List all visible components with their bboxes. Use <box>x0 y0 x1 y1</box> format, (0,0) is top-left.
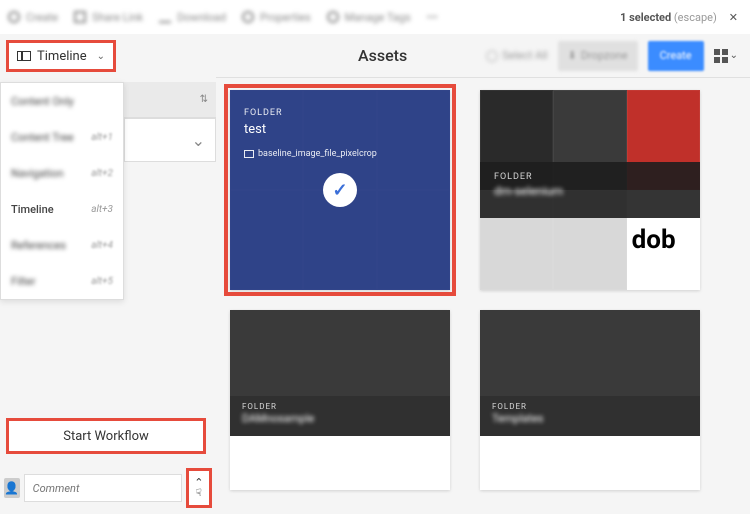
sort-icon: ⇅ <box>200 94 208 105</box>
rail-item-content-only[interactable]: Content Only <box>1 83 123 119</box>
expand-comment-button[interactable]: ⌃ ☟ <box>186 468 212 508</box>
card-title: dm-selenium <box>494 184 686 198</box>
rail-dropdown: Content Only Content Treealt+1 Navigatio… <box>0 82 124 300</box>
card-type-label: FOLDER <box>244 108 436 118</box>
filter-dropdown[interactable]: ⌄ <box>124 118 216 162</box>
card-title: test <box>244 122 436 137</box>
deselect-button[interactable]: ✕ <box>725 11 742 24</box>
card-grid: FOLDER test baseline_image_file_pixelcro… <box>216 78 750 502</box>
card-subtitle: baseline_image_file_pixelcrop <box>244 149 436 159</box>
rail-item-references[interactable]: Referencesalt+4 <box>1 227 123 263</box>
card-title: DAMnosample <box>242 412 438 425</box>
dropzone-button[interactable]: ⬇Dropzone <box>558 41 638 71</box>
action-share[interactable]: Share Link <box>74 11 143 24</box>
sort-row[interactable]: ⇅ <box>124 82 216 118</box>
chevron-up-icon: ⌃ <box>194 477 203 488</box>
rail-item-content-tree[interactable]: Content Treealt+1 <box>1 119 123 155</box>
rail-item-filter[interactable]: Filteralt+5 <box>1 263 123 299</box>
rail-item-timeline[interactable]: Timelinealt+3 <box>1 191 123 227</box>
folder-card-templates[interactable]: FOLDER Templates <box>480 310 700 490</box>
chevron-down-icon: ⌄ <box>192 131 205 150</box>
panel-icon <box>17 51 31 61</box>
action-tags[interactable]: Manage Tags <box>327 11 411 24</box>
view-switcher[interactable]: ⌄ <box>714 49 738 63</box>
folder-card-test[interactable]: FOLDER test baseline_image_file_pixelcro… <box>230 90 450 290</box>
action-properties[interactable]: Properties <box>242 11 311 24</box>
select-all-button[interactable]: ◯Select All <box>486 49 548 62</box>
comment-row: 👤 ⌃ ☟ <box>0 468 216 508</box>
rail-selector-label: Timeline <box>37 49 87 64</box>
chevron-down-icon: ⌄ <box>730 50 738 61</box>
selection-count: 1 selected (escape) ✕ <box>620 11 742 24</box>
card-type-label: FOLDER <box>494 172 686 182</box>
selected-check-icon[interactable]: ✓ <box>323 173 357 207</box>
action-download[interactable]: Download <box>159 11 226 24</box>
card-type-label: FOLDER <box>492 402 688 411</box>
user-avatar-icon: 👤 <box>4 478 20 498</box>
create-button[interactable]: Create <box>648 41 704 71</box>
image-icon <box>244 150 254 158</box>
action-more[interactable]: ••• <box>427 11 438 24</box>
rail-selector-button[interactable]: Timeline ⌄ <box>6 40 116 72</box>
content-area: Assets ◯Select All ⬇Dropzone Create ⌄ FO… <box>216 34 750 514</box>
content-header: Assets ◯Select All ⬇Dropzone Create ⌄ <box>216 34 750 78</box>
card-type-label: FOLDER <box>242 402 438 411</box>
folder-card-dm-selenium[interactable]: dob FOLDER dm-selenium <box>480 90 700 290</box>
page-title: Assets <box>358 46 407 65</box>
folder-card-damnosample[interactable]: FOLDER DAMnosample <box>230 310 450 490</box>
card-title: Templates <box>492 412 688 425</box>
chevron-down-icon: ⌄ <box>97 51 105 62</box>
start-workflow-button[interactable]: Start Workflow <box>6 418 206 454</box>
cursor-icon: ☟ <box>196 488 202 499</box>
grid-icon <box>714 49 728 63</box>
comment-input[interactable] <box>24 474 182 502</box>
action-create[interactable]: Create <box>8 11 58 24</box>
rail-item-navigation[interactable]: Navigationalt+2 <box>1 155 123 191</box>
left-rail: Timeline ⌄ Content Only Content Treealt+… <box>0 34 216 514</box>
action-bar: Create Share Link Download Properties Ma… <box>0 0 750 34</box>
